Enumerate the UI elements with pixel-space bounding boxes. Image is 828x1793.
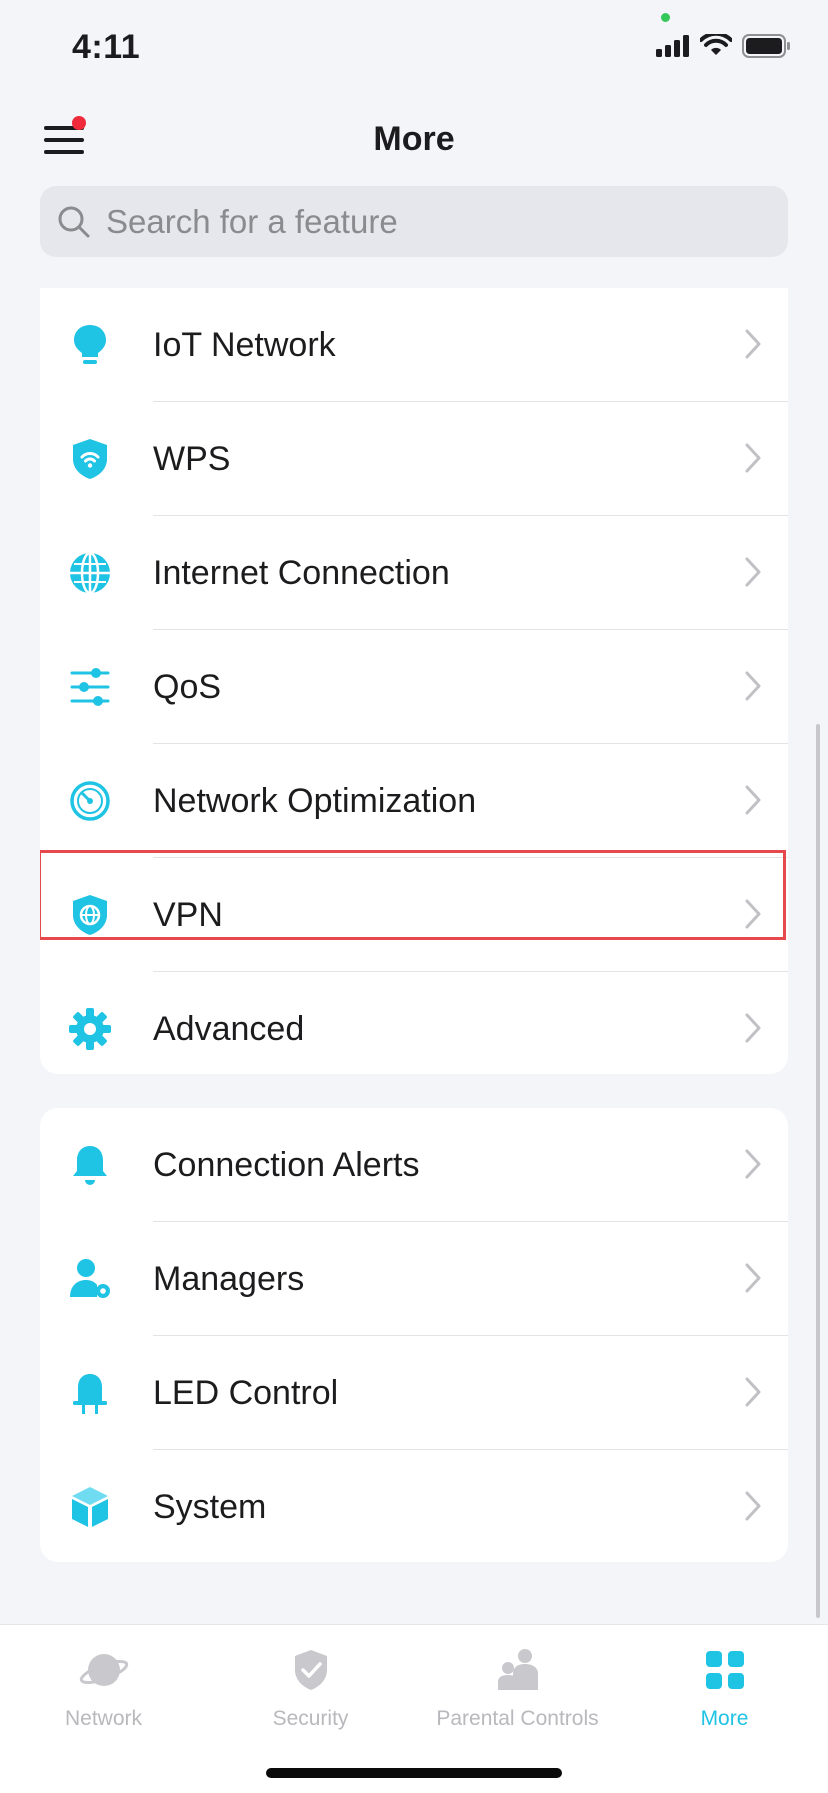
sliders-icon: [68, 665, 112, 709]
tab-parental-controls[interactable]: Parental Controls: [414, 1645, 621, 1731]
search-placeholder: Search for a feature: [106, 202, 398, 240]
list-item-system[interactable]: System: [40, 1450, 788, 1562]
chevron-right-icon: [744, 1490, 762, 1527]
family-icon: [414, 1645, 621, 1695]
status-icons: [656, 31, 792, 63]
list-item-managers[interactable]: Managers: [40, 1222, 788, 1336]
planet-icon: [0, 1645, 207, 1695]
page-title: More: [373, 120, 455, 158]
signal-icon: [656, 35, 690, 62]
settings-list: Connection Alerts Managers LED Control S…: [40, 1108, 788, 1562]
led-icon: [68, 1371, 112, 1415]
tab-label: Parental Controls: [436, 1707, 599, 1730]
list-item-label: System: [153, 1487, 267, 1526]
list-item-label: LED Control: [153, 1373, 339, 1412]
home-indicator[interactable]: [266, 1768, 562, 1778]
list-item-qos[interactable]: QoS: [40, 630, 788, 744]
search-input[interactable]: Search for a feature: [40, 186, 788, 257]
tab-more[interactable]: More: [621, 1645, 828, 1731]
tab-label: Network: [64, 1707, 143, 1730]
list-item-label: IoT Network: [153, 325, 336, 364]
list-item-label: WPS: [153, 439, 231, 478]
search-icon: [58, 206, 90, 237]
lightbulb-icon: [68, 323, 112, 367]
list-item-label: Connection Alerts: [153, 1145, 420, 1184]
status-time: 4:11: [72, 28, 141, 66]
list-item-label: Internet Connection: [153, 553, 450, 592]
chevron-right-icon: [744, 1262, 762, 1299]
tab-network[interactable]: Network: [0, 1645, 207, 1731]
chevron-right-icon: [744, 556, 762, 593]
chevron-right-icon: [744, 1148, 762, 1185]
vpn-shield-icon: [68, 893, 112, 937]
list-item-label: VPN: [153, 895, 223, 934]
header: More: [0, 100, 828, 180]
chevron-right-icon: [744, 442, 762, 479]
chevron-right-icon: [744, 328, 762, 365]
wifi-shield-icon: [68, 437, 112, 481]
list-item-connection-alerts[interactable]: Connection Alerts: [40, 1108, 788, 1222]
speedometer-icon: [68, 779, 112, 823]
list-item-vpn[interactable]: VPN: [40, 858, 788, 972]
grid-icon: [621, 1645, 828, 1695]
list-item-wps[interactable]: WPS: [40, 402, 788, 516]
chevron-right-icon: [744, 670, 762, 707]
globe-icon: [68, 551, 112, 595]
tab-security[interactable]: Security: [207, 1645, 414, 1731]
scrollbar[interactable]: [816, 724, 820, 1618]
bell-icon: [68, 1143, 112, 1187]
features-list: IoT Network WPS Internet Connection QoS …: [40, 288, 788, 1074]
list-item-label: Managers: [153, 1259, 305, 1298]
list-item-label: Network Optimization: [153, 781, 477, 820]
chevron-right-icon: [744, 784, 762, 821]
chevron-right-icon: [744, 1376, 762, 1413]
cube-icon: [68, 1485, 112, 1529]
status-bar: 4:11: [0, 0, 828, 100]
privacy-indicator-dot: [661, 13, 670, 22]
list-item-label: Advanced: [153, 1009, 305, 1048]
list-item-iot-network[interactable]: IoT Network: [40, 288, 788, 402]
shield-check-icon: [207, 1645, 414, 1695]
list-item-led-control[interactable]: LED Control: [40, 1336, 788, 1450]
battery-icon: [742, 34, 792, 63]
wifi-icon: [699, 31, 733, 63]
list-item-internet-connection[interactable]: Internet Connection: [40, 516, 788, 630]
gear-icon: [68, 1007, 112, 1051]
list-item-label: QoS: [153, 667, 222, 706]
chevron-right-icon: [744, 1012, 762, 1049]
list-item-network-optimization[interactable]: Network Optimization: [40, 744, 788, 858]
list-item-advanced[interactable]: Advanced: [40, 972, 788, 1074]
tab-label: More: [700, 1707, 749, 1730]
tab-label: Security: [272, 1707, 349, 1730]
chevron-right-icon: [744, 898, 762, 935]
user-gear-icon: [68, 1257, 112, 1301]
